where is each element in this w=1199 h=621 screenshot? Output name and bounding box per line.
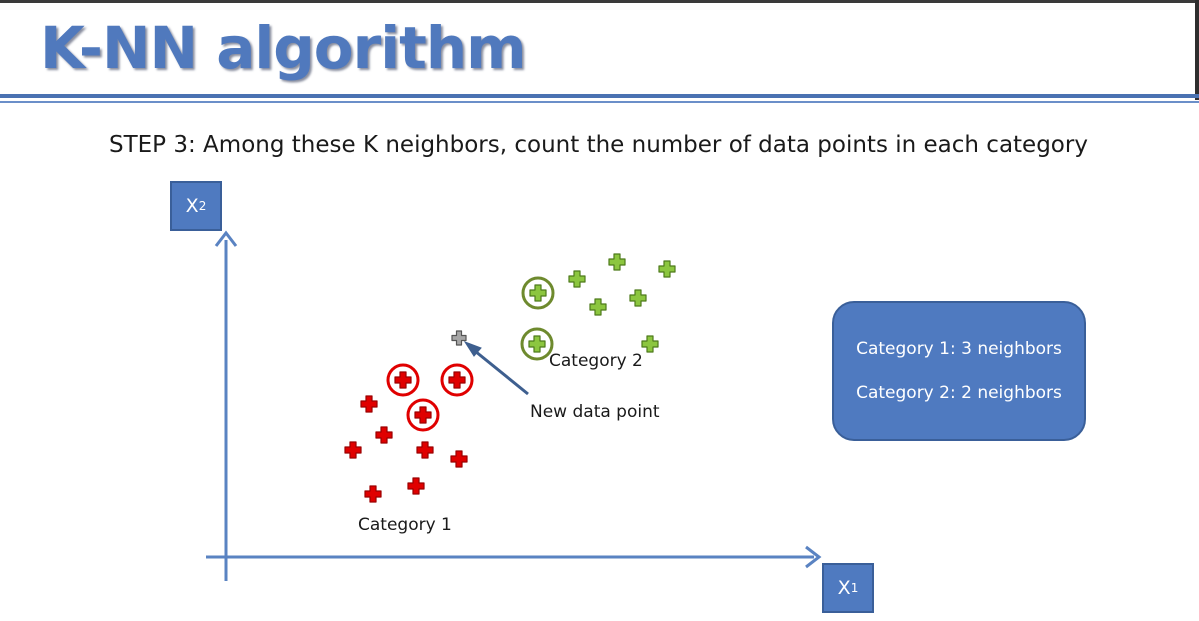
category-1-point — [407, 477, 425, 495]
category-1-point — [344, 441, 362, 459]
category-2-count: Category 2: 2 neighbors — [856, 383, 1062, 403]
category-1-count: Category 1: 3 neighbors — [856, 339, 1062, 359]
x-axis-label-box: X1 — [822, 563, 874, 613]
new-data-point-label: New data point — [530, 402, 660, 422]
new-point-arrow — [469, 345, 529, 396]
x-axis-label: X — [837, 577, 851, 599]
category-2-point — [568, 270, 586, 288]
category-2-neighbor-point — [528, 335, 546, 353]
category-1-point — [364, 485, 382, 503]
category-1-label: Category 1 — [358, 515, 452, 535]
category-2-label: Category 2 — [549, 351, 643, 371]
category-2-point — [629, 289, 647, 307]
category-1-point — [375, 426, 393, 444]
category-2-neighbor-point — [529, 284, 547, 302]
x-axis-subscript: 1 — [850, 581, 859, 595]
y-axis-label-box: X2 — [170, 181, 222, 231]
category-1-neighbor-point — [414, 406, 432, 424]
category-1-point — [360, 395, 378, 413]
category-1-point — [416, 441, 434, 459]
category-2-point — [658, 260, 676, 278]
category-2-point — [608, 253, 626, 271]
category-1-neighbor-point — [394, 371, 412, 389]
category-1-neighbor-point — [448, 371, 466, 389]
new-data-point — [451, 330, 467, 346]
category-1-point — [450, 450, 468, 468]
category-2-point — [589, 298, 607, 316]
category-2-point — [641, 335, 659, 353]
y-axis-subscript: 2 — [198, 199, 207, 213]
y-axis-label: X — [185, 195, 199, 217]
neighbor-count-box: Category 1: 3 neighbors Category 2: 2 ne… — [832, 301, 1086, 441]
